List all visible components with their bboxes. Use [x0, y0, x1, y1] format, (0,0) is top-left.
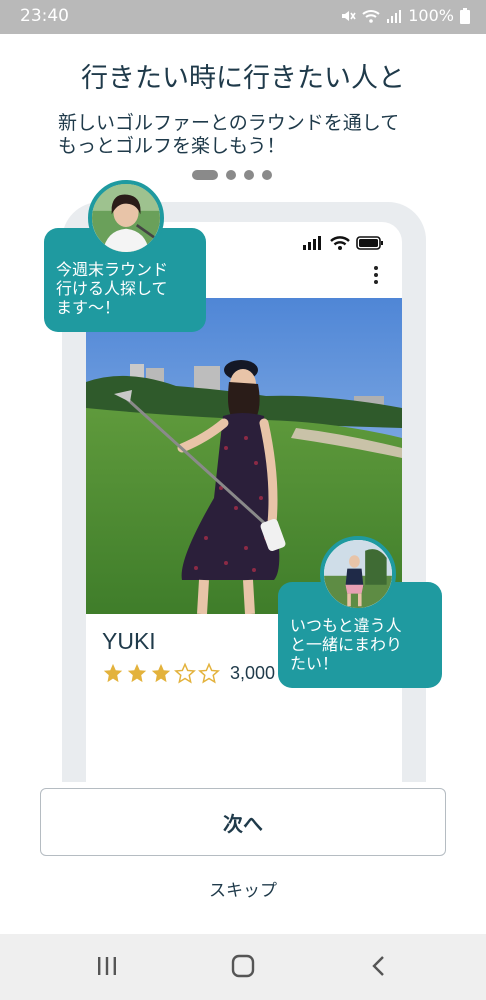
avatar-right	[320, 536, 396, 612]
onboarding-headline: 行きたい時に行きたい人と	[81, 63, 405, 94]
home-icon[interactable]	[231, 954, 255, 978]
onboarding-subline: 新しいゴルファーとのラウンドを通して もっとゴルフを楽しもう！	[58, 112, 458, 158]
bubble-right-line-1: いつもと違う人	[290, 616, 402, 635]
bubble-left-line-2: 行ける人探して	[56, 279, 168, 298]
system-nav-bar	[0, 934, 486, 1000]
mock-signal-icon	[303, 236, 321, 250]
mock-battery-icon	[356, 236, 383, 250]
star-filled-icon	[127, 663, 147, 683]
bubble-right-line-2: と一緒にまわり	[290, 635, 403, 654]
star-empty-icon	[174, 662, 196, 684]
page-indicator[interactable]	[192, 170, 272, 180]
status-time: 23:40	[20, 6, 69, 26]
next-button[interactable]: 次へ	[40, 788, 446, 856]
status-bar: 23:40 100%	[0, 0, 486, 34]
subline-line-1: 新しいゴルファーとのラウンドを通して	[58, 112, 400, 134]
star-filled-icon	[103, 663, 123, 683]
bubble-left-line-3: ます〜！	[56, 298, 121, 317]
profile-score: 3,000	[230, 662, 276, 683]
subline-line-2: もっとゴルフを楽しもう！	[58, 135, 286, 157]
mute-icon	[342, 10, 356, 21]
mock-wifi-icon	[330, 236, 350, 250]
battery-icon	[460, 7, 470, 24]
star-filled-icon	[151, 663, 171, 683]
bubble-right-line-3: たい！	[290, 654, 339, 673]
mock-status-icons	[302, 236, 384, 250]
battery-percent: 100%	[408, 6, 454, 25]
page-dot[interactable]	[262, 170, 272, 180]
page-dot[interactable]	[244, 170, 254, 180]
bubble-left-line-1: 今週末ラウンド	[56, 260, 169, 279]
profile-name: YUKI	[102, 628, 156, 654]
avatar-left	[88, 180, 164, 256]
back-icon[interactable]	[369, 954, 389, 978]
more-menu-icon[interactable]	[374, 266, 378, 284]
status-icons: 100%	[340, 6, 470, 25]
page-dot-active[interactable]	[192, 170, 218, 180]
wifi-icon	[362, 9, 380, 23]
skip-link[interactable]: スキップ	[0, 876, 486, 901]
star-empty-icon	[198, 662, 220, 684]
recent-apps-icon[interactable]	[96, 954, 118, 978]
profile-rating: 3,000	[102, 662, 275, 684]
page-dot[interactable]	[226, 170, 236, 180]
signal-icon	[387, 9, 402, 23]
